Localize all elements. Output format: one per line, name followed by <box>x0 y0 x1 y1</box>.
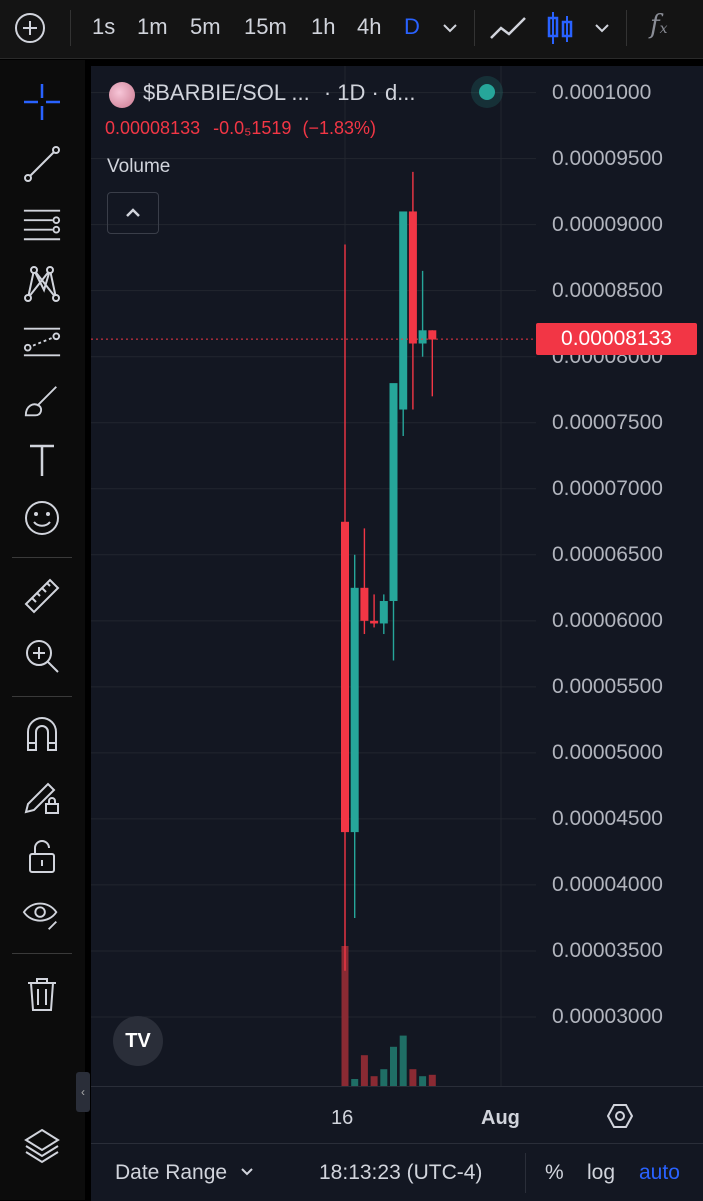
top-toolbar: 1s 1m 5m 15m 1h 4h D fx <box>0 0 703 59</box>
toolbar-divider <box>626 10 627 46</box>
pattern-icon[interactable] <box>22 264 62 304</box>
sidebar-divider <box>12 557 72 558</box>
candles-icon[interactable] <box>544 10 576 51</box>
legend-title[interactable]: $BARBIE/SOL ... · 1D · d... <box>143 80 416 106</box>
interval-5m[interactable]: 5m <box>190 14 221 40</box>
bottom-bar: 16 Aug Date Range 18:13:23 (UTC-4) % log… <box>91 1086 703 1201</box>
market-status-dot <box>479 84 495 100</box>
interval-15m[interactable]: 15m <box>244 14 287 40</box>
prediction-icon[interactable] <box>22 322 62 362</box>
clock-timezone[interactable]: 18:13:23 (UTC-4) <box>319 1161 482 1185</box>
bottom-divider <box>91 1143 703 1144</box>
plus-icon[interactable] <box>14 12 46 44</box>
log-toggle[interactable]: log <box>587 1161 615 1185</box>
volume-bar <box>370 1076 378 1086</box>
date-range-label: Date Range <box>115 1161 228 1184</box>
change-percent: (−1.83%) <box>302 118 376 138</box>
collapse-legend-button[interactable] <box>107 192 159 234</box>
candle-body <box>428 330 437 340</box>
volume-bar <box>360 1055 368 1086</box>
price-tick-label: 0.00009500 <box>552 146 663 170</box>
pencil-lock-icon[interactable] <box>22 776 62 816</box>
price-tick-label: 0.00007000 <box>552 476 663 500</box>
tradingview-logo[interactable]: TV <box>113 1016 163 1066</box>
volume-bar <box>399 1035 407 1086</box>
magnet-icon[interactable] <box>22 716 62 756</box>
toolbar-divider <box>474 10 475 46</box>
volume-bar <box>351 1079 359 1086</box>
price-tick-label: 0.00008500 <box>552 278 663 302</box>
volume-label[interactable]: Volume <box>107 156 170 178</box>
price-tick-label: 0.00004000 <box>552 872 663 896</box>
layers-icon[interactable] <box>22 1126 62 1166</box>
chevron-left-icon[interactable]: ‹ <box>76 1072 90 1112</box>
chevron-down-icon[interactable] <box>592 18 612 43</box>
interval-1m[interactable]: 1m <box>137 14 168 40</box>
sidebar-divider <box>12 696 72 697</box>
symbol-avatar <box>109 82 135 108</box>
toolbar-divider <box>70 10 71 46</box>
volume-bar <box>380 1069 388 1086</box>
price-tick-label: 0.0001000 <box>552 80 652 104</box>
line-chart-icon[interactable] <box>488 12 528 49</box>
drawing-toolbar <box>0 60 85 1200</box>
crosshair-icon[interactable] <box>22 82 62 122</box>
x-tick-aug: Aug <box>481 1107 520 1129</box>
interval-1h[interactable]: 1h <box>311 14 335 40</box>
price-tick-label: 0.00004500 <box>552 806 663 830</box>
candle-body <box>360 587 369 621</box>
candle-body <box>399 211 408 410</box>
chevron-up-icon <box>126 208 140 217</box>
price-tick-label: 0.00005500 <box>552 674 663 698</box>
x-tick-16: 16 <box>331 1107 354 1129</box>
bottom-divider <box>525 1153 526 1193</box>
symbol-name: $BARBIE/SOL ... <box>143 80 310 105</box>
chevron-down-icon[interactable] <box>440 18 460 43</box>
candle-body <box>350 587 359 833</box>
sidebar-divider <box>12 953 72 954</box>
volume-bar <box>419 1076 427 1086</box>
eye-icon[interactable] <box>22 894 62 934</box>
price-tick-label: 0.00006000 <box>552 608 663 632</box>
volume-bar <box>409 1069 417 1086</box>
price-tick-label: 0.00005000 <box>552 740 663 764</box>
trash-icon[interactable] <box>22 974 62 1014</box>
unlock-icon[interactable] <box>22 836 62 876</box>
price-tick-label: 0.00009000 <box>552 212 663 236</box>
settings-hex-icon[interactable] <box>606 1103 634 1134</box>
candle-body <box>408 211 417 344</box>
price-tick-label: 0.00003000 <box>552 1004 663 1028</box>
ruler-icon[interactable] <box>22 576 62 616</box>
price-tick-label: 0.00003500 <box>552 938 663 962</box>
zoom-in-icon[interactable] <box>22 636 62 676</box>
chevron-down-icon <box>241 1168 253 1176</box>
volume-bar <box>428 1074 436 1086</box>
text-icon[interactable] <box>22 440 62 480</box>
change-value: -0.0₅1519 <box>213 118 292 138</box>
interval-d[interactable]: D <box>404 14 420 40</box>
trendline-icon[interactable] <box>22 144 62 184</box>
chart-pane[interactable]: $BARBIE/SOL ... · 1D · d... 0.00008133 -… <box>91 66 703 1086</box>
percent-toggle[interactable]: % <box>545 1161 564 1185</box>
price-tick-label: 0.00006500 <box>552 542 663 566</box>
date-range-button[interactable]: Date Range <box>115 1161 255 1185</box>
volume-bar <box>390 1046 397 1086</box>
candle-body <box>389 383 398 602</box>
legend-values: 0.00008133 -0.0₅1519 (−1.83%) <box>105 118 376 139</box>
interval-4h[interactable]: 4h <box>357 14 381 40</box>
fib-lines-icon[interactable] <box>22 204 62 244</box>
last-value: 0.00008133 <box>105 118 201 138</box>
price-tick-label: 0.00007500 <box>552 410 663 434</box>
last-price-tag: 0.00008133 <box>536 323 697 356</box>
interval-label: · 1D · d... <box>323 80 416 105</box>
candle-body <box>418 330 427 344</box>
emoji-icon[interactable] <box>22 498 62 538</box>
auto-scale-toggle[interactable]: auto <box>639 1161 680 1185</box>
interval-1s[interactable]: 1s <box>92 14 115 40</box>
brush-icon[interactable] <box>22 382 62 422</box>
fx-icon[interactable]: fx <box>650 10 668 40</box>
candle-body <box>379 601 388 624</box>
candle-body <box>341 521 349 833</box>
candle-body <box>370 620 379 624</box>
